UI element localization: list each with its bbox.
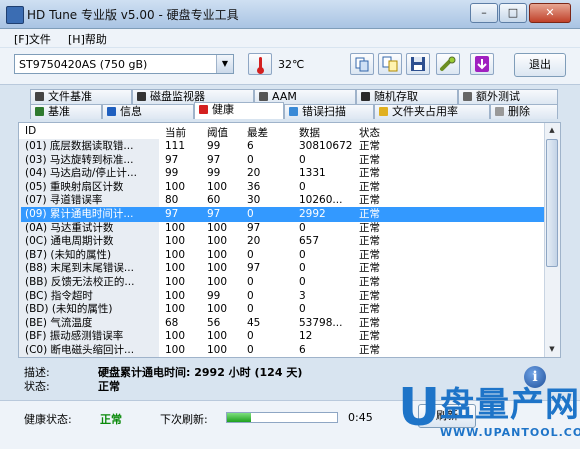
monitor-icon (137, 92, 146, 101)
header-status[interactable]: 状态 (359, 125, 380, 140)
cell-worst: 0 (247, 344, 254, 356)
header-threshold[interactable]: 阈值 (207, 125, 228, 140)
refresh-progress-fill (227, 413, 252, 422)
scroll-up-icon[interactable]: ▲ (546, 124, 558, 137)
menu-file[interactable]: [F]文件 (14, 31, 51, 47)
vertical-scrollbar[interactable]: ▲ ▼ (544, 123, 560, 357)
header-data[interactable]: 数据 (299, 125, 320, 140)
window-title: HD Tune 专业版 v5.00 - 硬盘专业工具 (27, 8, 239, 22)
drive-select-value: ST9750420AS (750 gB) (19, 58, 148, 71)
cell-data: 6 (299, 344, 306, 356)
tab-erase[interactable]: 删除 (490, 104, 558, 119)
cell-threshold: 100 (207, 344, 228, 356)
scrollbar-thumb[interactable] (546, 139, 558, 267)
tab-folder-usage[interactable]: 文件夹占用率 (374, 104, 490, 119)
watermark-logo-letter: U (398, 378, 441, 438)
speaker-icon (259, 92, 268, 101)
exit-button[interactable]: 退出 (514, 53, 566, 77)
watermark-brand: 盘量产网 (440, 385, 580, 425)
benchmark-icon (35, 107, 44, 116)
erase-icon (495, 107, 504, 116)
tab-file-benchmark[interactable]: 文件基准 (30, 89, 132, 104)
tab-error-scan[interactable]: 错误扫描 (284, 104, 374, 119)
watermark-url: WWW.UPANTOOL.COM (440, 426, 580, 439)
header-current[interactable]: 当前 (165, 125, 186, 140)
file-icon (35, 92, 44, 101)
tab-benchmark[interactable]: 基准 (30, 104, 102, 119)
app-icon (6, 6, 24, 24)
tab-info[interactable]: 信息 (102, 104, 194, 119)
status-label: 状态: (24, 380, 50, 393)
health-status-label: 健康状态: (24, 413, 72, 426)
copy-all-button[interactable] (378, 53, 402, 75)
tab-health[interactable]: 健康 (194, 102, 284, 119)
header-id[interactable]: ID (25, 125, 36, 137)
scroll-down-icon[interactable]: ▼ (546, 343, 558, 356)
folder-icon (379, 107, 388, 116)
copy-all-icon (382, 56, 398, 72)
tab-random-access[interactable]: 随机存取 (356, 89, 458, 104)
chevron-down-icon[interactable]: ▼ (216, 55, 233, 73)
cell-status: 正常 (359, 344, 380, 356)
status-value: 正常 (98, 380, 120, 393)
floppy-icon (411, 57, 425, 71)
copy-info-button[interactable] (350, 53, 374, 75)
smart-table[interactable]: ID 当前 阈值 最差 数据 状态 (01) 底层数据读取错... 111 99 6 3… (18, 122, 561, 358)
copy-icon (355, 57, 369, 72)
wrench-icon (440, 56, 456, 71)
refresh-countdown: 0:45 (348, 411, 373, 424)
health-status-value: 正常 (100, 413, 122, 426)
cell-current: 100 (165, 344, 186, 356)
random-access-icon (361, 92, 370, 101)
table-header: ID 当前 阈值 最差 数据 状态 (19, 123, 545, 139)
download-button[interactable] (470, 53, 494, 75)
error-scan-icon (289, 107, 298, 116)
close-button[interactable]: ✕ (529, 3, 571, 23)
tab-extra-tests[interactable]: 额外测试 (458, 89, 558, 104)
next-refresh-label: 下次刷新: (160, 413, 208, 426)
minimize-button[interactable]: – (470, 3, 498, 23)
drive-select[interactable]: ST9750420AS (750 gB) ▼ (14, 54, 234, 74)
temperature-button[interactable] (248, 53, 272, 75)
info-tab-icon (107, 107, 116, 116)
options-button[interactable] (436, 53, 460, 75)
health-cross-icon (199, 105, 208, 114)
save-button[interactable] (406, 53, 430, 75)
menu-help[interactable]: [H]帮助 (68, 31, 107, 47)
table-row[interactable]: (C0) 断电磁头缩回计... 100 100 0 6 正常 (21, 343, 545, 357)
extra-tests-icon (463, 92, 472, 101)
description-value: 硬盘累计通电时间: 2992 小时 (124 天) (98, 366, 303, 379)
temperature-readout: 32℃ (278, 58, 305, 71)
refresh-progress-bar (226, 412, 338, 423)
download-icon (475, 56, 489, 72)
maximize-button[interactable]: □ (499, 3, 527, 23)
cell-id: (C0) 断电磁头缩回计... (25, 344, 135, 356)
header-worst[interactable]: 最差 (247, 125, 268, 140)
